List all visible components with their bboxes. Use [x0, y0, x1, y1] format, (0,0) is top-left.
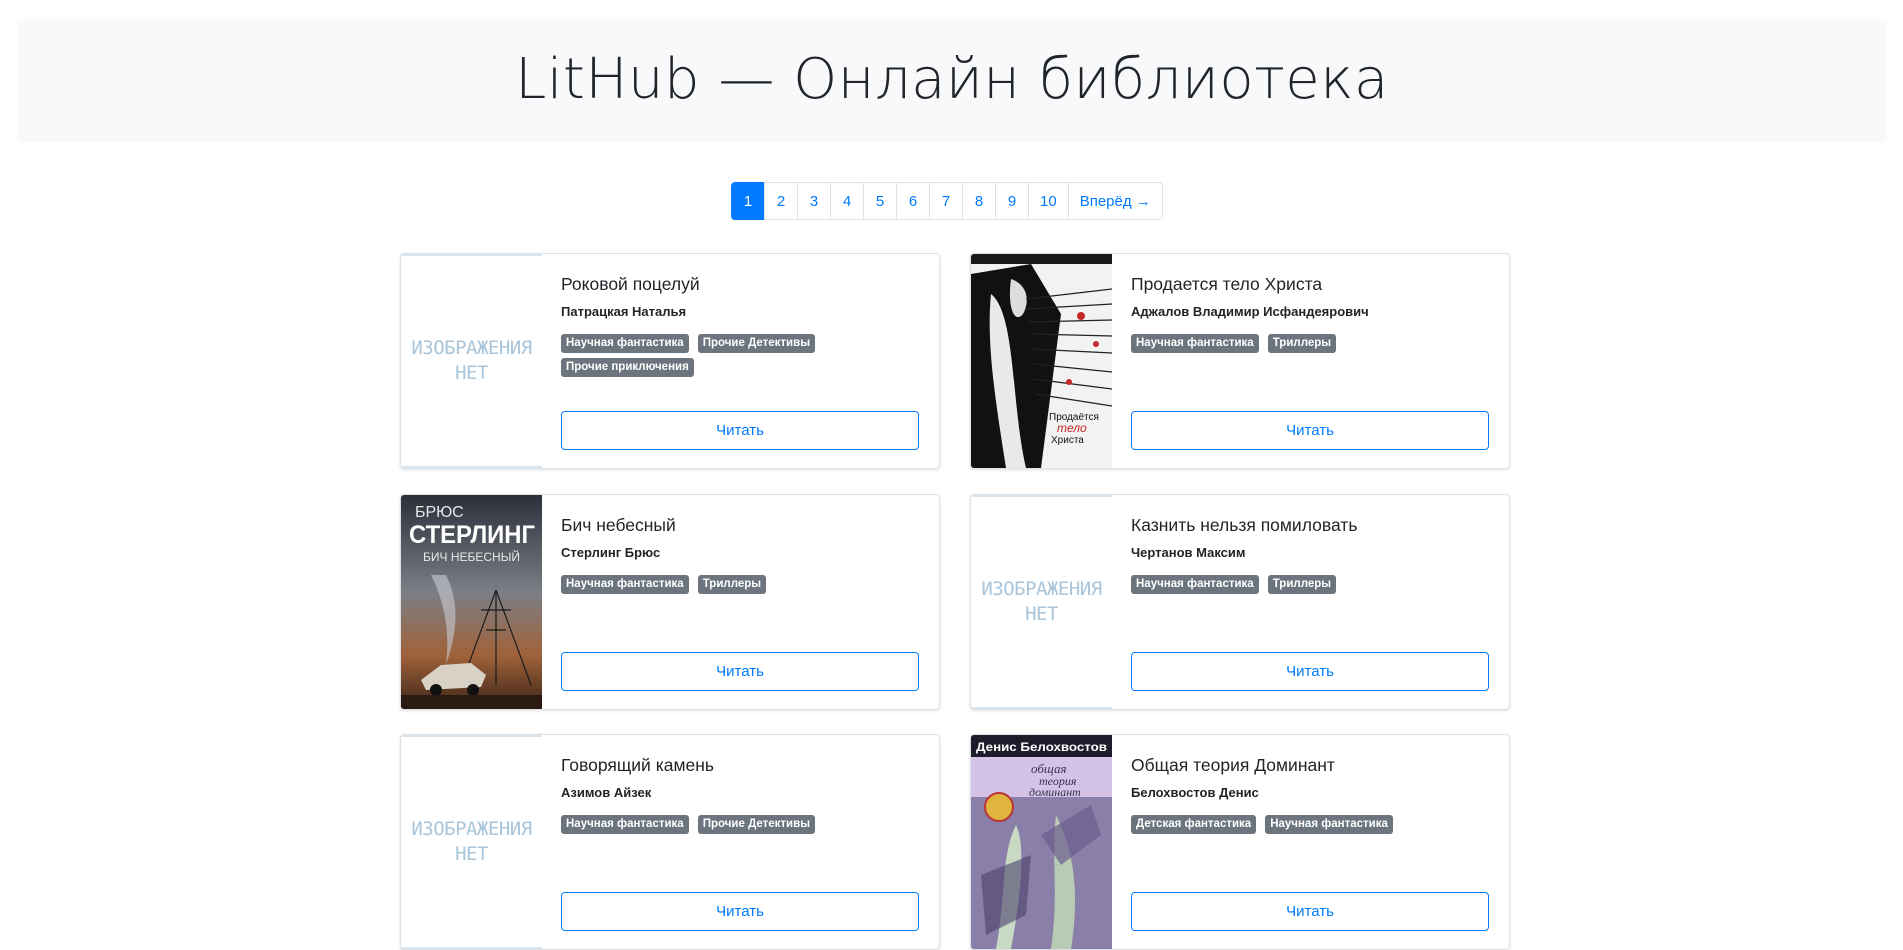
genre-tags: Научная фантастика Прочие Детективы Проч…	[561, 334, 861, 377]
cover-text: Денис Белохвостов	[976, 740, 1107, 754]
genre-badge: Триллеры	[697, 575, 767, 594]
genre-tags: Научная фантастика Триллеры	[1131, 334, 1431, 353]
read-button[interactable]: Читать	[1131, 652, 1489, 691]
page-link-5[interactable]: 5	[863, 182, 897, 220]
book-card: Денис Белохвостов общая теория доминант …	[970, 734, 1510, 950]
book-title: Говорящий камень	[561, 755, 715, 775]
page-link-2[interactable]: 2	[764, 182, 798, 220]
genre-badge: Детская фантастика	[1131, 815, 1257, 834]
read-button[interactable]: Читать	[561, 652, 919, 691]
genre-badge: Прочие приключения	[561, 358, 694, 377]
no-image-text: ИЗОБРАЖЕНИЯ НЕТ	[411, 337, 532, 384]
page-link-10[interactable]: 10	[1028, 182, 1069, 220]
page-title: LitHub — Онлайн библиотека	[515, 47, 1389, 112]
book-card: ИЗОБРАЖЕНИЯ НЕТ Говорящий камень Азимов …	[400, 734, 940, 950]
book-title: Казнить нельзя помиловать	[1131, 515, 1358, 535]
genre-badge: Научная фантастика	[1265, 815, 1393, 834]
cover-text: Христа	[1051, 435, 1084, 446]
book-cover-image: БРЮС СТЕРЛИНГ БИЧ НЕБЕСНЫЙ	[401, 495, 542, 709]
book-author: Азимов Айзек	[561, 785, 652, 800]
genre-tags: Детская фантастика Научная фантастика	[1131, 815, 1431, 834]
genre-badge: Прочие Детективы	[697, 815, 816, 834]
read-button[interactable]: Читать	[561, 892, 919, 931]
cover-text: тело	[1057, 421, 1087, 435]
header-jumbotron: LitHub — Онлайн библиотека	[17, 19, 1887, 142]
book-cover-placeholder: ИЗОБРАЖЕНИЯ НЕТ	[971, 495, 1112, 709]
page-link-6[interactable]: 6	[896, 182, 930, 220]
book-author: Аджалов Владимир Исфандеярович	[1131, 304, 1369, 319]
cover-text: доминант	[1029, 785, 1081, 799]
book-title: Общая теория Доминант	[1131, 755, 1335, 775]
page-link-1[interactable]: 1	[731, 182, 765, 220]
book-card: Продаётся тело Христа Продается тело Хри…	[970, 253, 1510, 469]
read-button[interactable]: Читать	[1131, 411, 1489, 450]
no-image-text: ИЗОБРАЖЕНИЯ НЕТ	[981, 578, 1102, 625]
page-link-8[interactable]: 8	[962, 182, 996, 220]
book-cover-image: Денис Белохвостов общая теория доминант	[971, 735, 1112, 949]
book-title: Роковой поцелуй	[561, 274, 700, 294]
cover-text: БРЮС	[415, 504, 464, 521]
genre-badge: Научная фантастика	[561, 815, 689, 834]
next-page-link[interactable]: Вперёд →	[1067, 182, 1163, 220]
book-author: Стерлинг Брюс	[561, 545, 661, 560]
book-author: Белохвостов Денис	[1131, 785, 1259, 800]
read-button[interactable]: Читать	[1131, 892, 1489, 931]
genre-badge: Научная фантастика	[561, 575, 689, 594]
cover-text: СТЕРЛИНГ	[409, 521, 535, 549]
genre-tags: Научная фантастика Прочие Детективы	[561, 815, 861, 834]
page-link-7[interactable]: 7	[929, 182, 963, 220]
genre-tags: Научная фантастика Триллеры	[561, 575, 861, 594]
read-button[interactable]: Читать	[561, 411, 919, 450]
book-title: Бич небесный	[561, 515, 676, 535]
cover-text: БИЧ НЕБЕСНЫЙ	[423, 549, 520, 564]
book-card: БРЮС СТЕРЛИНГ БИЧ НЕБЕСНЫЙ Бич небесный …	[400, 494, 940, 710]
page-link-9[interactable]: 9	[995, 182, 1029, 220]
genre-badge: Прочие Детективы	[697, 334, 816, 353]
book-card: ИЗОБРАЖЕНИЯ НЕТ Казнить нельзя помиловат…	[970, 494, 1510, 710]
pagination: 1 2 3 4 5 6 7 8 9 10 Вперёд →	[731, 182, 1163, 220]
genre-badge: Научная фантастика	[1131, 334, 1259, 353]
page-link-4[interactable]: 4	[830, 182, 864, 220]
book-cover-placeholder: ИЗОБРАЖЕНИЯ НЕТ	[401, 254, 542, 468]
genre-badge: Научная фантастика	[561, 334, 689, 353]
book-cover-image: Продаётся тело Христа	[971, 254, 1112, 468]
book-cover-placeholder: ИЗОБРАЖЕНИЯ НЕТ	[401, 735, 542, 949]
book-author: Патрацкая Наталья	[561, 304, 687, 319]
genre-tags: Научная фантастика Триллеры	[1131, 575, 1431, 594]
genre-badge: Триллеры	[1267, 334, 1337, 353]
no-image-text: ИЗОБРАЖЕНИЯ НЕТ	[411, 818, 532, 865]
genre-badge: Научная фантастика	[1131, 575, 1259, 594]
book-author: Чертанов Максим	[1131, 545, 1246, 560]
genre-badge: Триллеры	[1267, 575, 1337, 594]
book-title: Продается тело Христа	[1131, 274, 1323, 294]
page-link-3[interactable]: 3	[797, 182, 831, 220]
book-card: ИЗОБРАЖЕНИЯ НЕТ Роковой поцелуй Патрацка…	[400, 253, 940, 469]
